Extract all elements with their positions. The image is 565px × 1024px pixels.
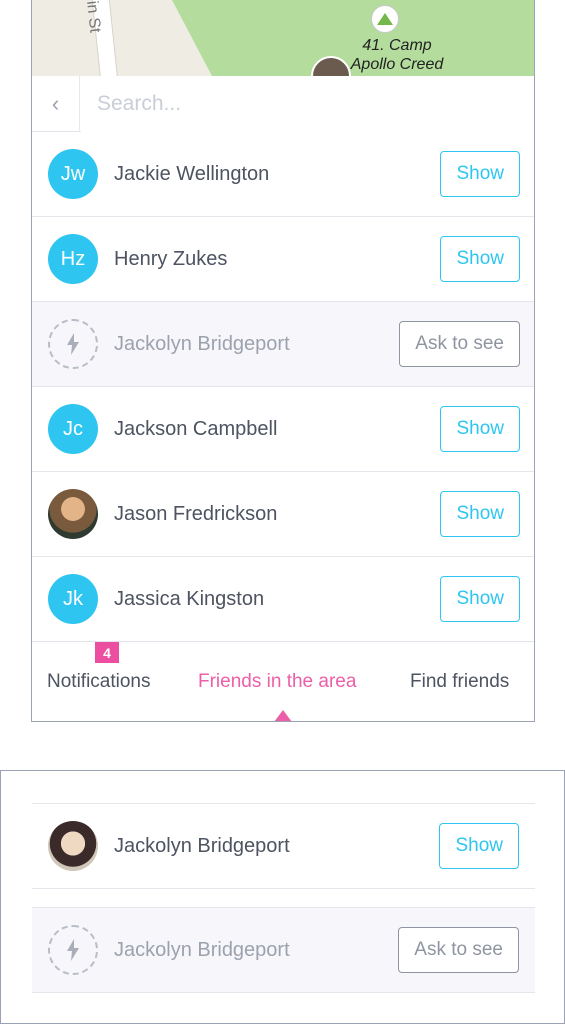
friend-name: Jason Fredrickson (114, 503, 278, 525)
list-item[interactable]: Jackolyn Bridgeport Ask to see (32, 907, 535, 993)
active-tab-indicator (274, 710, 292, 721)
show-button[interactable]: Show (440, 406, 520, 452)
search-bar: ‹ (32, 76, 534, 132)
friend-name: Henry Zukes (114, 248, 228, 270)
ask-to-see-button[interactable]: Ask to see (398, 927, 519, 973)
row-variants-panel: Jackolyn Bridgeport Show Jackolyn Bridge… (0, 770, 565, 1024)
ask-to-see-button[interactable]: Ask to see (399, 321, 520, 367)
friend-name: Jassica Kingston (114, 588, 265, 610)
list-item[interactable]: Jw Jackie Wellington Show (32, 132, 534, 217)
lightning-icon (48, 925, 98, 975)
camp-label-number: 41. Camp (362, 37, 432, 54)
show-button[interactable]: Show (440, 236, 520, 282)
tab-find-friends[interactable]: Find friends (410, 642, 509, 721)
friend-name: Jackolyn Bridgeport (114, 835, 290, 857)
show-button[interactable]: Show (440, 151, 520, 197)
street-label: in St (83, 0, 104, 34)
avatar: Jw (48, 149, 98, 199)
friend-name: Jackolyn Bridgeport (114, 939, 290, 961)
tab-bar: 4 Notifications Friends in the area Find… (32, 641, 534, 721)
list-item[interactable]: Jackolyn Bridgeport Show (32, 803, 535, 889)
show-button[interactable]: Show (439, 823, 519, 869)
friend-name: Jackie Wellington (114, 163, 270, 185)
campsite-pin-icon[interactable] (371, 5, 399, 33)
avatar (48, 821, 98, 871)
friends-screen: in St 41. Camp Apollo Creed ‹ Jw Jackie … (31, 0, 535, 722)
lightning-icon (48, 319, 98, 369)
friend-name: Jackolyn Bridgeport (114, 333, 290, 355)
map-land-area (32, 0, 212, 76)
list-item[interactable]: Hz Henry Zukes Show (32, 217, 534, 302)
avatar: Jk (48, 574, 98, 624)
list-item[interactable]: Jk Jassica Kingston Show (32, 557, 534, 642)
search-input[interactable] (81, 76, 534, 132)
avatar (48, 489, 98, 539)
camp-label-name: Apollo Creed (350, 56, 444, 73)
list-item[interactable]: Jackolyn Bridgeport Ask to see (32, 302, 534, 387)
friends-list: Jw Jackie Wellington Show Hz Henry Zukes… (32, 132, 534, 642)
list-item[interactable]: Jc Jackson Campbell Show (32, 387, 534, 472)
list-item[interactable]: Jason Fredrickson Show (32, 472, 534, 557)
avatar: Hz (48, 234, 98, 284)
show-button[interactable]: Show (440, 491, 520, 537)
map-view[interactable]: in St 41. Camp Apollo Creed (32, 0, 534, 76)
friend-name: Jackson Campbell (114, 418, 278, 440)
avatar: Jc (48, 404, 98, 454)
show-button[interactable]: Show (440, 576, 520, 622)
chevron-left-icon[interactable]: ‹ (32, 76, 80, 132)
tab-notifications[interactable]: Notifications (47, 642, 151, 721)
camp-label: 41. Camp Apollo Creed (332, 36, 462, 74)
